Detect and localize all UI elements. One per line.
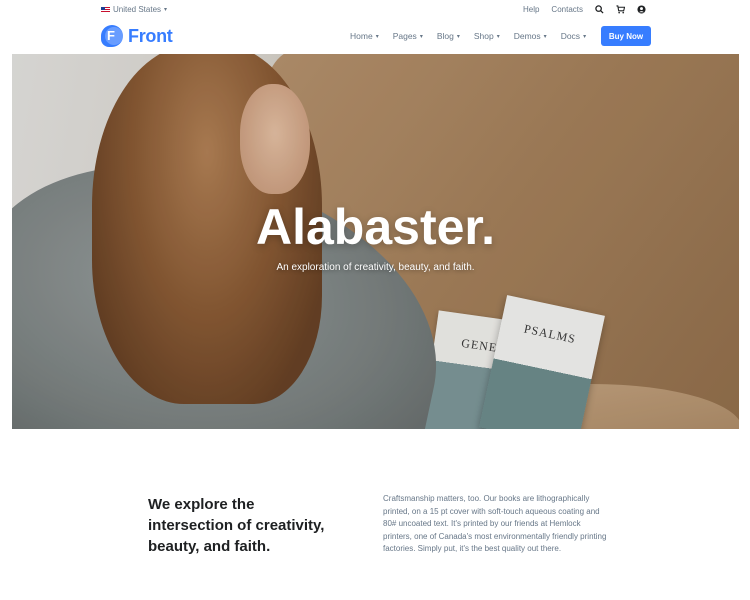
main-nav: Home ▾ Pages ▾ Blog ▾ Shop ▾ Demos ▾ Docs ▾ bbox=[350, 31, 586, 41]
nav-pages-label: Pages bbox=[392, 31, 417, 41]
contacts-link[interactable]: Contacts bbox=[551, 5, 583, 14]
logo-text: Front bbox=[128, 25, 173, 46]
logo-letter: F bbox=[107, 28, 115, 43]
chevron-down-icon: ▾ bbox=[456, 33, 460, 40]
logo-mark-icon: F bbox=[101, 25, 123, 47]
front-logo[interactable]: F Front bbox=[101, 25, 173, 47]
hero-subtitle: An exploration of creativity, beauty, an… bbox=[276, 262, 475, 273]
nav-shop-label: Shop bbox=[473, 31, 494, 41]
user-icon[interactable] bbox=[637, 5, 646, 14]
chevron-down-icon: ▾ bbox=[496, 33, 500, 40]
hero-banner: GENE PSALMS Alabaster. An exploration of… bbox=[12, 54, 739, 429]
cart-icon[interactable] bbox=[616, 5, 625, 14]
nav-pages[interactable]: Pages ▾ bbox=[393, 31, 423, 41]
nav-home[interactable]: Home ▾ bbox=[350, 31, 379, 41]
chevron-down-icon: ▾ bbox=[543, 33, 547, 40]
nav-docs[interactable]: Docs ▾ bbox=[561, 31, 586, 41]
nav-docs-label: Docs bbox=[560, 31, 581, 41]
nav-home-label: Home bbox=[350, 31, 373, 41]
hero-title: Alabaster. bbox=[255, 199, 495, 255]
help-link[interactable]: Help bbox=[523, 5, 539, 14]
intro-heading: We explore the intersection of creativit… bbox=[148, 496, 325, 555]
search-icon[interactable] bbox=[595, 5, 604, 14]
nav-blog[interactable]: Blog ▾ bbox=[437, 31, 460, 41]
nav-blog-label: Blog bbox=[436, 31, 454, 41]
us-flag-icon bbox=[101, 6, 110, 13]
language-label: United States bbox=[113, 5, 162, 14]
nav-shop[interactable]: Shop ▾ bbox=[474, 31, 500, 41]
chevron-down-icon: ▾ bbox=[375, 33, 379, 40]
intro-body-text: Craftsmanship matters, too. Our books ar… bbox=[383, 494, 607, 554]
language-selector[interactable]: United States ▾ bbox=[101, 5, 167, 14]
topbar: United States ▾ Help Contacts bbox=[0, 0, 750, 22]
topbar-links: Help Contacts bbox=[523, 5, 646, 14]
main-header: F Front Home ▾ Pages ▾ Blog ▾ Shop ▾ Demos ▾ … bbox=[0, 22, 750, 54]
chevron-down-icon: ▾ bbox=[583, 33, 587, 40]
chevron-down-icon: ▾ bbox=[419, 33, 423, 40]
buy-now-button[interactable]: Buy Now bbox=[601, 26, 651, 46]
nav-demos[interactable]: Demos ▾ bbox=[514, 31, 547, 41]
chevron-down-icon: ▾ bbox=[164, 7, 168, 13]
nav-demos-label: Demos bbox=[513, 31, 541, 41]
